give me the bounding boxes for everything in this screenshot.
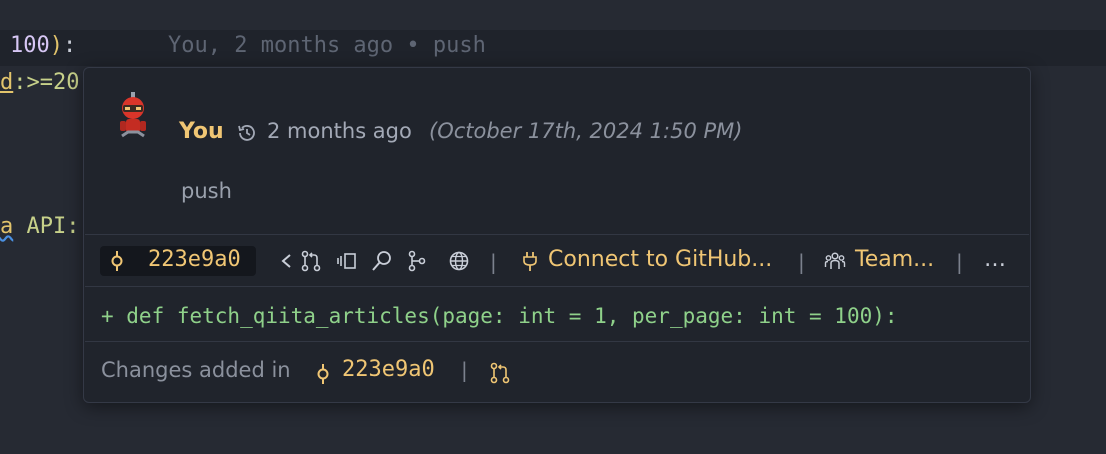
editor-current-line: 100): You, 2 months ago • push — [0, 30, 1106, 66]
team-icon — [824, 252, 846, 269]
commit-message: push — [181, 179, 232, 203]
robot-avatar — [120, 92, 146, 138]
divider — [85, 341, 1029, 342]
inline-blame[interactable]: You, 2 months ago • push — [168, 33, 486, 58]
changes-added-label: Changes added in — [101, 358, 291, 382]
chevron-left-icon[interactable] — [276, 250, 298, 272]
diff-added-line: + def fetch_qiita_articles(page: int = 1… — [101, 304, 898, 328]
commit-sha-badge[interactable]: 223e9a0 — [100, 246, 256, 276]
git-commit-icon — [317, 364, 329, 384]
divider — [85, 286, 1029, 287]
footer-separator: | — [461, 358, 468, 382]
open-changes-icon[interactable] — [336, 250, 358, 272]
commit-toolbar: 223e9a0 | Connect to GitHub... | Team...… — [100, 242, 1020, 280]
search-icon[interactable] — [371, 250, 393, 272]
history-icon — [238, 125, 255, 141]
plug-icon — [523, 252, 537, 271]
footer-commit-sha[interactable]: 223e9a0 — [342, 357, 435, 382]
git-commit-icon — [111, 251, 123, 271]
toolbar-separator: | — [490, 250, 497, 274]
toolbar-separator: | — [798, 250, 805, 274]
divider — [85, 234, 1029, 235]
connect-github-link[interactable]: Connect to GitHub... — [548, 247, 772, 272]
more-icon[interactable]: … — [984, 247, 1006, 272]
editor-line: d:>=20 — [0, 70, 80, 95]
pull-request-icon[interactable] — [489, 362, 511, 384]
commit-graph-icon[interactable] — [406, 250, 428, 272]
code-fragment: 100): — [10, 33, 77, 58]
blame-hover-card: You 2 months ago (October 17th, 2024 1:5… — [83, 67, 1031, 403]
toolbar-separator: | — [956, 250, 963, 274]
commit-absolute-time: (October 17th, 2024 1:50 PM) — [429, 119, 743, 143]
team-link[interactable]: Team... — [855, 247, 934, 272]
commit-sha: 223e9a0 — [148, 247, 241, 272]
globe-icon[interactable] — [448, 250, 470, 272]
commit-relative-time: 2 months ago — [267, 119, 412, 143]
editor-line: a API: — [0, 214, 80, 239]
commit-author[interactable]: You — [179, 119, 224, 144]
pull-request-icon[interactable] — [300, 250, 322, 272]
